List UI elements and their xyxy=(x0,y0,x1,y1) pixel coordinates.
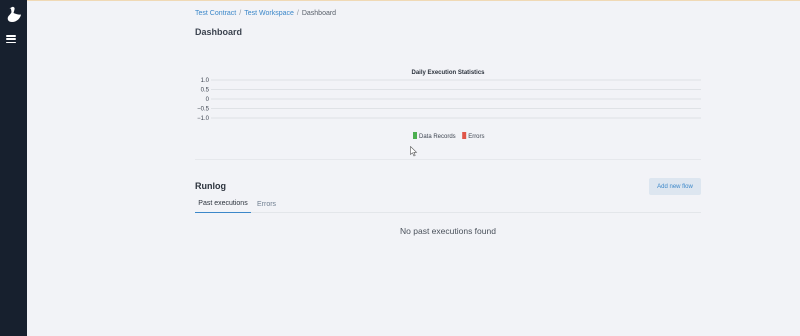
sidebar xyxy=(0,0,27,336)
breadcrumb-link-contract[interactable]: Test Contract xyxy=(195,10,236,17)
hamburger-menu-icon[interactable] xyxy=(6,35,16,43)
main-content: Test Contract / Test Workspace / Dashboard D… xyxy=(195,0,701,336)
page-title: Dashboard xyxy=(195,27,243,37)
goose-logo-icon[interactable] xyxy=(5,6,22,24)
breadcrumb-separator: / xyxy=(239,10,242,17)
add-new-flow-button[interactable]: Add new flow xyxy=(649,178,701,195)
chart-y-tick-label: 0 xyxy=(206,97,210,103)
chart-y-tick-label: 1.0 xyxy=(201,78,210,84)
breadcrumb: Test Contract / Test Workspace / Dashboard xyxy=(195,10,336,17)
tab-past-executions[interactable]: Past executions xyxy=(195,195,251,213)
tab-errors[interactable]: Errors xyxy=(257,195,276,213)
daily-execution-chart: Daily Execution Statistics 1.0 0.5 0 −0.5 −1… xyxy=(195,60,701,150)
section-divider xyxy=(195,159,701,160)
chart-y-ticks: 1.0 0.5 0 −0.5 −1.0 xyxy=(197,78,210,122)
runlog-tabs: Past executions Errors xyxy=(195,195,701,213)
legend-label-data-records: Data Records xyxy=(419,134,456,140)
chart-y-tick-label: 0.5 xyxy=(201,88,210,94)
chart-y-tick-label: −0.5 xyxy=(197,107,210,113)
breadcrumb-current: Dashboard xyxy=(301,10,337,17)
chart-y-tick-label: −1.0 xyxy=(197,116,210,122)
empty-state-message: No past executions found xyxy=(400,226,496,236)
chart-legend: Data Records Errors xyxy=(413,132,485,140)
legend-swatch-errors xyxy=(462,132,467,139)
chart-grid xyxy=(211,79,701,119)
chart-title: Daily Execution Statistics xyxy=(411,70,485,76)
breadcrumb-separator: / xyxy=(296,10,299,17)
breadcrumb-link-workspace[interactable]: Test Workspace xyxy=(244,10,294,17)
legend-label-errors: Errors xyxy=(468,134,484,140)
mouse-pointer-icon xyxy=(410,146,418,157)
chart-svg: Daily Execution Statistics 1.0 0.5 0 −0.5 −1… xyxy=(197,70,701,140)
legend-swatch-data-records xyxy=(413,132,417,139)
runlog-title: Runlog xyxy=(195,181,226,191)
